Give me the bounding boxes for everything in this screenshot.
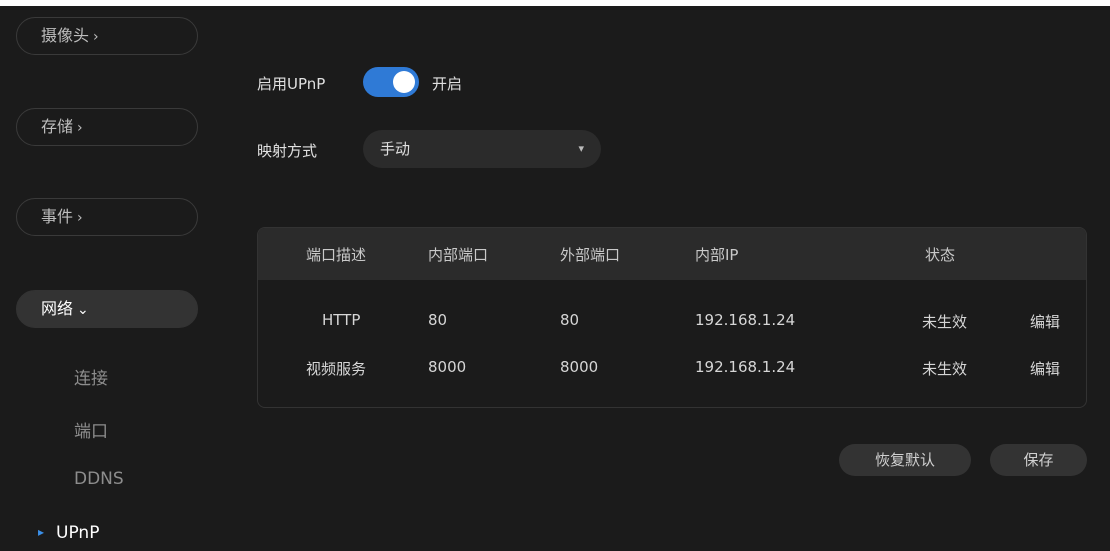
chevron-right-icon: › — [77, 210, 83, 226]
row-desc: HTTP — [322, 311, 361, 329]
nav-camera-label: 摄像头 — [41, 26, 90, 45]
header-internal-port: 内部端口 — [428, 246, 489, 264]
header-port-desc: 端口描述 — [306, 246, 367, 264]
table-row: HTTP 80 80 192.168.1.24 未生效 编辑 — [258, 298, 1086, 344]
sub-port[interactable]: 端口 — [74, 417, 108, 442]
nav-camera[interactable]: 摄像头 › — [16, 17, 198, 55]
nav-storage-label: 存储 — [41, 117, 74, 136]
mapping-mode-label: 映射方式 — [257, 142, 318, 160]
enable-upnp-label: 启用UPnP — [257, 75, 326, 93]
active-marker-icon: ▸ — [38, 525, 45, 539]
header-status: 状态 — [925, 246, 956, 264]
row-status: 未生效 — [922, 313, 968, 331]
sub-upnp-label: UPnP — [56, 523, 100, 543]
nav-storage[interactable]: 存储 › — [16, 108, 198, 146]
table-row: 视频服务 8000 8000 192.168.1.24 未生效 编辑 — [258, 345, 1086, 391]
sub-connection[interactable]: 连接 — [74, 364, 108, 389]
nav-network[interactable]: 网络 ⌄ — [16, 290, 198, 328]
upnp-toggle[interactable] — [363, 67, 419, 97]
restore-default-button[interactable]: 恢复默认 — [839, 444, 971, 476]
row-external-port: 8000 — [560, 358, 599, 376]
row-status: 未生效 — [922, 360, 968, 378]
header-internal-ip: 内部IP — [695, 246, 739, 264]
row-internal-port: 8000 — [428, 358, 467, 376]
toggle-knob — [393, 71, 415, 93]
toggle-state-label: 开启 — [432, 75, 463, 93]
nav-event[interactable]: 事件 › — [16, 198, 198, 236]
mapping-mode-value: 手动 — [380, 140, 411, 158]
sub-ddns[interactable]: DDNS — [74, 469, 124, 489]
row-internal-port: 80 — [428, 311, 448, 329]
sidebar: 摄像头 › 存储 › 事件 › 网络 ⌄ 连接 端口 DDNS ▸ UPnP — [0, 6, 232, 551]
row-desc: 视频服务 — [306, 360, 367, 378]
nav-event-label: 事件 — [41, 207, 74, 226]
edit-button[interactable]: 编辑 — [1030, 311, 1060, 332]
dropdown-caret-icon: ▾ — [578, 142, 584, 155]
port-mapping-table: 端口描述 内部端口 外部端口 内部IP 状态 HTTP 80 80 192.16… — [257, 227, 1087, 408]
save-button[interactable]: 保存 — [990, 444, 1087, 476]
row-external-port: 80 — [560, 311, 580, 329]
row-internal-ip: 192.168.1.24 — [695, 311, 796, 329]
nav-network-label: 网络 — [41, 299, 74, 318]
mapping-mode-select[interactable]: 手动 ▾ — [363, 130, 601, 168]
sub-upnp[interactable]: ▸ UPnP — [38, 523, 99, 543]
table-header: 端口描述 内部端口 外部端口 内部IP 状态 — [258, 228, 1086, 280]
header-external-port: 外部端口 — [560, 246, 621, 264]
edit-button[interactable]: 编辑 — [1030, 358, 1060, 379]
row-internal-ip: 192.168.1.24 — [695, 358, 796, 376]
chevron-down-icon: ⌄ — [77, 302, 89, 318]
chevron-right-icon: › — [77, 120, 83, 136]
chevron-right-icon: › — [93, 29, 99, 45]
